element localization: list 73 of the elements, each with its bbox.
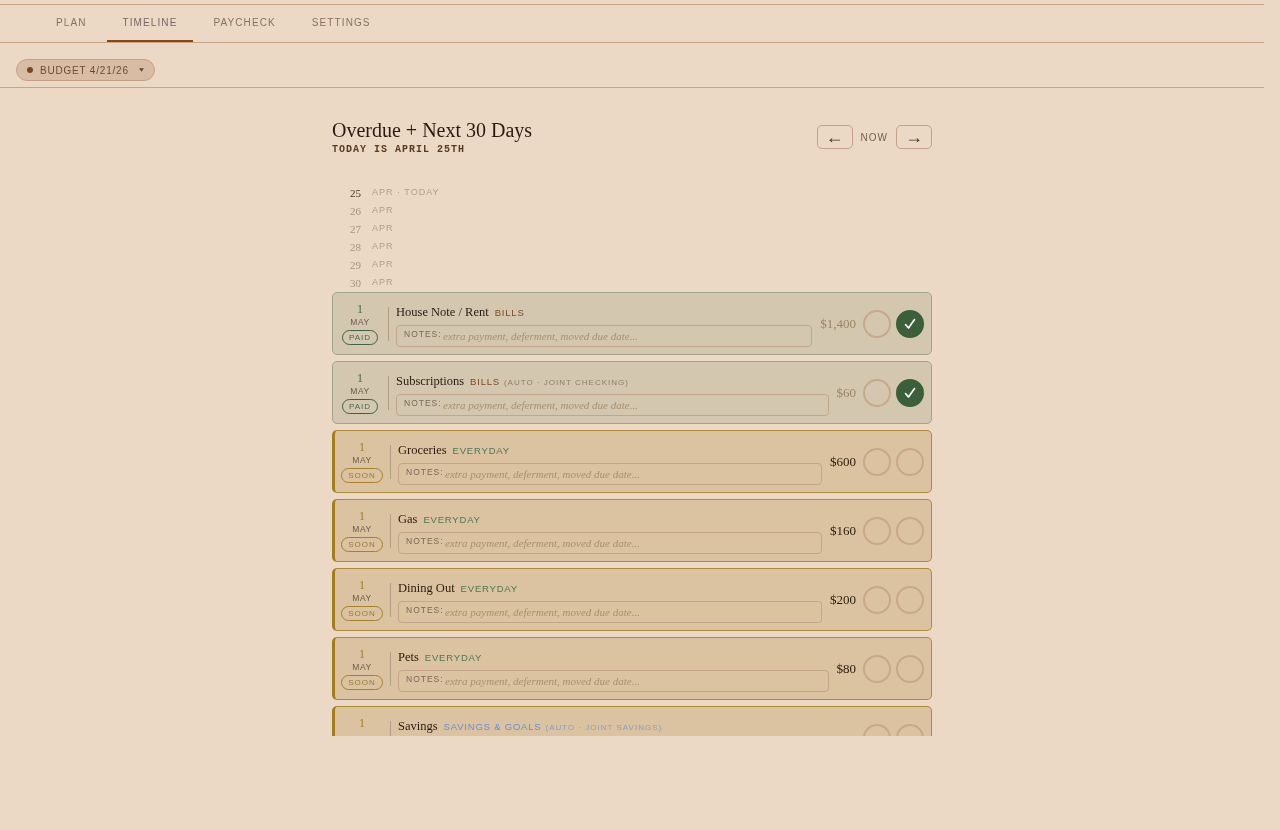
due-month: MAY	[352, 454, 372, 466]
due-month: MAY	[352, 661, 372, 673]
now-button[interactable]: NOW	[860, 129, 888, 145]
circle-toggle[interactable]	[863, 516, 891, 545]
check-icon	[904, 386, 916, 399]
notes-label: NOTES:	[406, 604, 444, 615]
due-day: 1	[359, 509, 365, 523]
circle-toggle[interactable]	[896, 654, 924, 683]
circle-toggle[interactable]	[863, 447, 891, 476]
category-label: EVERYDAY	[452, 443, 510, 458]
autopay-note: (AUTO · JOINT CHECKING)	[503, 376, 629, 389]
circle-toggle[interactable]	[896, 585, 924, 614]
budget-dropdown[interactable]: BUDGET 4/21/26	[16, 59, 155, 81]
due-day: 1	[359, 440, 365, 454]
today-subtitle: TODAY IS APRIL 25TH	[332, 144, 467, 156]
due-month: MAY	[352, 592, 372, 604]
bill-amount: $1,400	[820, 314, 856, 333]
circle-toggle[interactable]	[863, 309, 891, 338]
due-day: 1	[359, 647, 365, 661]
bill-amount: $200	[830, 590, 856, 609]
day-number: 26	[349, 203, 361, 219]
category-label: EVERYDAY	[460, 581, 518, 596]
due-month: MAY	[352, 523, 372, 535]
nav-tab[interactable]: SETTINGS	[295, 5, 387, 42]
bill-name: Savings	[398, 717, 438, 735]
bill-amount: $160	[830, 521, 856, 540]
due-day: 1	[359, 578, 365, 592]
check-icon	[904, 317, 916, 330]
page-title: Overdue + Next 30 Days	[332, 118, 533, 142]
day-number: 28	[349, 239, 361, 255]
circle-toggle[interactable]	[896, 309, 924, 338]
bill-name: Dining Out	[398, 579, 455, 597]
category-label: BILLS	[494, 305, 525, 320]
bill-amount: $60	[836, 383, 856, 402]
circle-toggle[interactable]	[863, 585, 891, 614]
next-button[interactable]: →	[896, 125, 932, 149]
nav-tab[interactable]: PLAN	[40, 5, 103, 42]
circle-toggle[interactable]	[896, 378, 924, 407]
due-month: MAY	[350, 316, 370, 328]
circle-toggle[interactable]	[863, 378, 891, 407]
category-label: BILLS	[470, 374, 500, 389]
nav-tab[interactable]: PAYCHECK	[197, 5, 292, 42]
circle-toggle[interactable]	[863, 654, 891, 683]
category-label: EVERYDAY	[424, 650, 483, 665]
caret-icon	[138, 68, 144, 72]
dot-icon	[27, 67, 33, 73]
bill-amount: $600	[830, 452, 856, 471]
due-day: 1	[359, 716, 365, 730]
notes-label: NOTES:	[404, 328, 442, 339]
due-day: 1	[357, 302, 363, 316]
bill-name: House Note / Rent	[396, 303, 489, 321]
notes-label: NOTES:	[406, 466, 444, 477]
due-day: 1	[357, 371, 363, 385]
notes-label: NOTES:	[406, 673, 444, 684]
autopay-note: (AUTO · JOINT SAVINGS)	[545, 721, 663, 734]
bill-name: Pets	[398, 648, 419, 666]
due-month: MAY	[350, 385, 370, 397]
day-number: 27	[349, 221, 361, 237]
notes-label: NOTES:	[406, 535, 444, 546]
category-label: SAVINGS & GOALS	[443, 719, 542, 734]
circle-toggle[interactable]	[896, 516, 924, 545]
bill-amount: $80	[836, 659, 856, 678]
category-label: EVERYDAY	[423, 512, 481, 527]
day-number: 30	[349, 275, 361, 291]
previous-button[interactable]: ←	[816, 125, 853, 149]
bill-name: Subscriptions	[396, 372, 465, 390]
nav-tab[interactable]: TIMELINE	[106, 5, 194, 42]
bill-name: Groceries	[398, 441, 447, 459]
day-number: 29	[349, 257, 361, 273]
notes-label: NOTES:	[404, 397, 442, 408]
circle-toggle[interactable]	[896, 447, 924, 476]
day-number: 25	[349, 185, 361, 201]
bill-name: Gas	[398, 510, 418, 528]
